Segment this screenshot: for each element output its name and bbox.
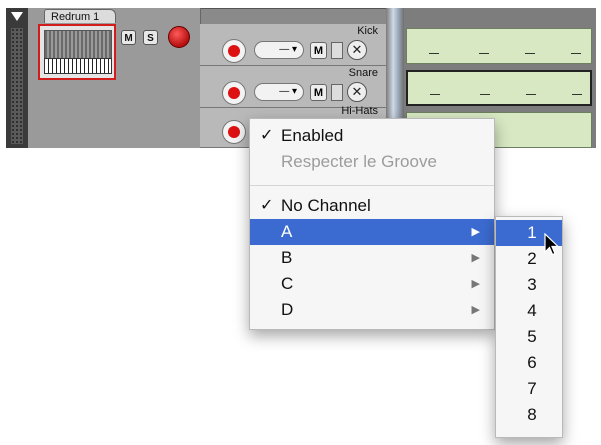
lane-channel-selector[interactable]: — ▾ bbox=[254, 41, 304, 59]
submenu-item-7[interactable]: 7 bbox=[496, 376, 562, 402]
menu-item-d[interactable]: D ▶ bbox=[250, 297, 494, 323]
submenu-arrow-icon: ▶ bbox=[471, 304, 480, 316]
menu-item-c[interactable]: C ▶ bbox=[250, 271, 494, 297]
device-name-tab[interactable]: Redrum 1 bbox=[44, 9, 116, 23]
menu-item-b[interactable]: B ▶ bbox=[250, 245, 494, 271]
submenu-item-6[interactable]: 6 bbox=[496, 350, 562, 376]
keyboard-graphic bbox=[44, 58, 112, 74]
lane-mute-button[interactable]: M bbox=[310, 42, 327, 59]
lane-record-button[interactable] bbox=[222, 81, 246, 105]
menu-separator bbox=[250, 185, 494, 186]
submenu-item-8[interactable]: 8 bbox=[496, 402, 562, 428]
menu-item-enabled[interactable]: ✓ Enabled bbox=[250, 123, 494, 149]
checkmark-icon: ✓ bbox=[260, 127, 274, 144]
submenu-arrow-icon: ▶ bbox=[471, 278, 480, 290]
menu-item-no-channel[interactable]: ✓ No Channel bbox=[250, 193, 494, 219]
pattern-clip-selected[interactable] bbox=[406, 70, 592, 106]
checkmark-icon: ✓ bbox=[260, 197, 274, 214]
lane-meter bbox=[331, 42, 343, 59]
lane-name: Kick bbox=[357, 25, 378, 37]
pattern-clip[interactable] bbox=[406, 28, 592, 64]
collapse-triangle-icon[interactable] bbox=[11, 12, 23, 21]
lane-mute-button[interactable]: M bbox=[310, 84, 327, 101]
track-collapse-rail[interactable] bbox=[6, 8, 28, 148]
lane-meter bbox=[331, 84, 343, 101]
context-menu: ✓ Enabled Respecter le Groove ✓ No Chann… bbox=[249, 118, 495, 330]
lane-record-button[interactable] bbox=[222, 120, 246, 144]
redrum-device-icon[interactable] bbox=[38, 24, 116, 80]
submenu-item-3[interactable]: 3 bbox=[496, 272, 562, 298]
menu-item-a[interactable]: A ▶ bbox=[250, 219, 494, 245]
submenu-arrow-icon: ▶ bbox=[471, 252, 480, 264]
lane-record-button[interactable] bbox=[222, 39, 246, 63]
lane-channel-selector[interactable]: — ▾ bbox=[254, 83, 304, 101]
lane-snare: Snare — ▾ M ✕ bbox=[200, 66, 386, 108]
menu-item-respecter-le-groove: Respecter le Groove bbox=[281, 152, 437, 171]
drag-grip[interactable] bbox=[11, 28, 23, 144]
mute-button[interactable]: M bbox=[121, 30, 136, 45]
lane-delete-icon[interactable]: ✕ bbox=[347, 82, 367, 102]
lane-kick: Kick — ▾ M ✕ bbox=[200, 24, 386, 66]
record-icon[interactable] bbox=[168, 26, 190, 48]
lane-delete-icon[interactable]: ✕ bbox=[347, 40, 367, 60]
lane-name: Snare bbox=[348, 67, 378, 79]
lane-name: Hi-Hats bbox=[341, 105, 378, 117]
submenu-item-4[interactable]: 4 bbox=[496, 298, 562, 324]
submenu-item-5[interactable]: 5 bbox=[496, 324, 562, 350]
mouse-pointer-icon bbox=[544, 233, 560, 256]
submenu-arrow-icon: ▶ bbox=[471, 226, 480, 238]
solo-button[interactable]: S bbox=[143, 30, 158, 45]
